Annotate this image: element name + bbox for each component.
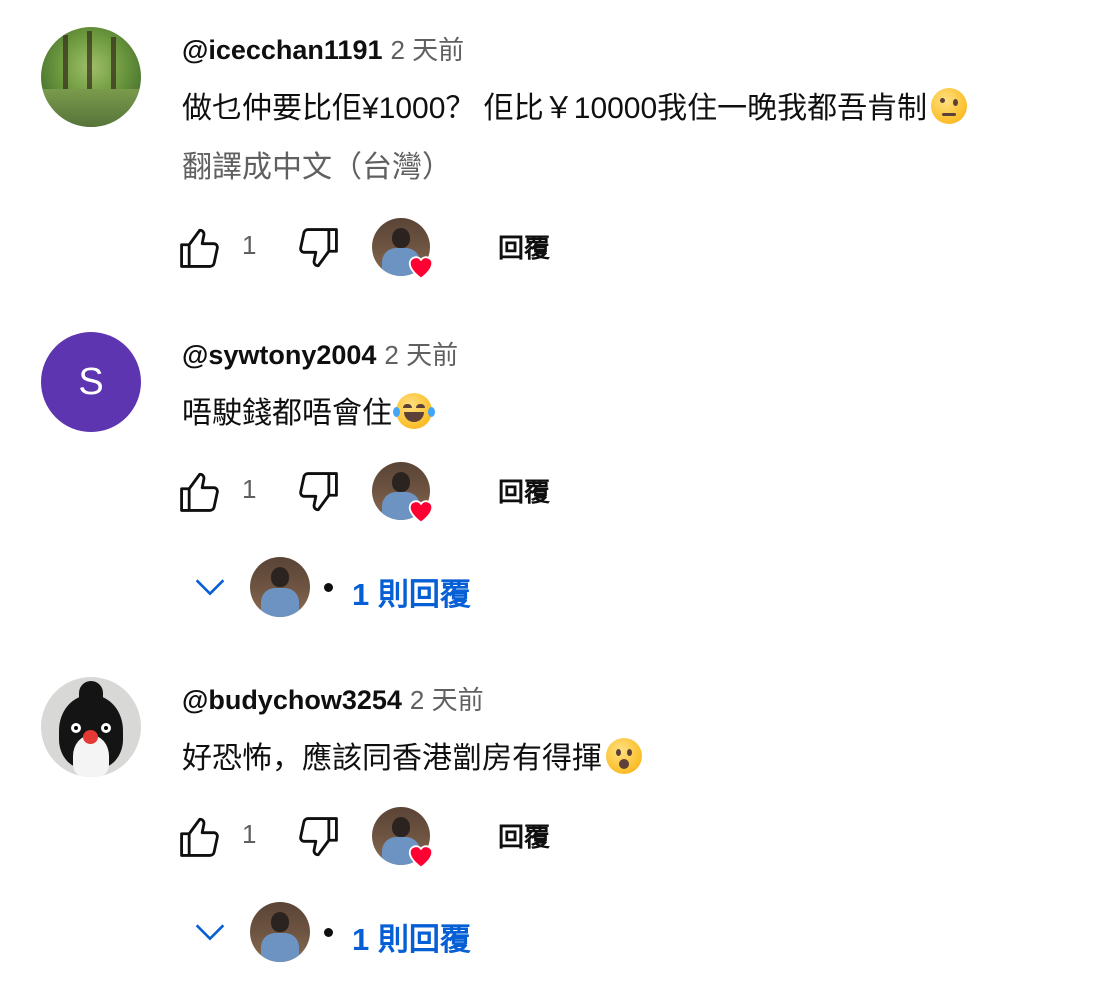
like-count: 1 xyxy=(242,474,257,504)
author-name[interactable]: @sywtony2004 xyxy=(182,340,376,370)
replies-count-label: 1 則回覆 xyxy=(352,577,471,612)
like-count: 1 xyxy=(242,230,257,260)
comment-body: 唔駛錢都唔會住 xyxy=(182,397,392,430)
view-replies-button[interactable]: 1 則回覆 xyxy=(190,900,590,964)
comment-text: 唔駛錢都唔會住 xyxy=(182,393,435,434)
dot-separator xyxy=(324,928,333,937)
dislike-button[interactable] xyxy=(288,462,348,522)
chevron-down-icon xyxy=(195,579,225,596)
thumbs-down-icon xyxy=(299,817,338,857)
replies-count-label: 1 則回覆 xyxy=(352,922,471,957)
heart-icon xyxy=(408,845,434,869)
comment-text: 做乜仲要比佢¥1000？ 佢比￥10000我住一晚我都吾肯制 xyxy=(182,88,968,129)
creator-avatar xyxy=(250,902,310,962)
chevron-down-icon xyxy=(195,924,225,941)
like-button[interactable] xyxy=(170,218,230,278)
comment-time[interactable]: 2 天前 xyxy=(410,685,484,715)
reply-button[interactable]: 回覆 xyxy=(498,472,550,509)
thumbs-up-icon xyxy=(180,817,219,857)
creator-avatar xyxy=(250,557,310,617)
comment-time[interactable]: 2 天前 xyxy=(384,340,458,370)
author-name[interactable]: @budychow3254 xyxy=(182,685,402,715)
author-name[interactable]: @icecchan1191 xyxy=(182,35,382,65)
creator-heart-badge xyxy=(372,807,434,869)
reply-button[interactable]: 回覆 xyxy=(498,817,550,854)
author-avatar[interactable] xyxy=(41,677,141,777)
dislike-button[interactable] xyxy=(288,807,348,867)
dislike-button[interactable] xyxy=(288,218,348,278)
thumbs-up-icon xyxy=(180,228,219,268)
comment-actions: 1 回覆 xyxy=(170,805,590,869)
heart-icon xyxy=(408,256,434,280)
view-replies-button[interactable]: 1 則回覆 xyxy=(190,555,590,619)
like-count: 1 xyxy=(242,819,257,849)
face-with-open-mouth-icon xyxy=(606,738,642,774)
comment-body: 好恐怖，應該同香港劏房有得揮 xyxy=(182,742,602,775)
comment-time[interactable]: 2 天前 xyxy=(390,35,464,65)
comment-actions: 1 回覆 xyxy=(170,460,590,524)
comment-text: 好恐怖，應該同香港劏房有得揮 xyxy=(182,738,642,779)
creator-heart-badge xyxy=(372,462,434,524)
heart-icon xyxy=(408,500,434,524)
face-with-tears-of-joy-icon xyxy=(393,393,435,429)
comment-body: 做乜仲要比佢¥1000？ 佢比￥10000我住一晚我都吾肯制 xyxy=(182,92,928,125)
author-line: @icecchan1191 2 天前 xyxy=(182,34,464,66)
author-line: @sywtony2004 2 天前 xyxy=(182,339,458,371)
dot-separator xyxy=(324,583,333,592)
author-avatar[interactable]: S xyxy=(41,332,141,432)
thumbs-down-icon xyxy=(299,472,338,512)
thumbs-up-icon xyxy=(180,472,219,512)
author-avatar[interactable] xyxy=(41,27,141,127)
reply-button[interactable]: 回覆 xyxy=(498,228,550,265)
translate-link[interactable]: 翻譯成中文（台灣） xyxy=(182,148,452,188)
like-button[interactable] xyxy=(170,807,230,867)
like-button[interactable] xyxy=(170,462,230,522)
comment-actions: 1 回覆 xyxy=(170,216,590,280)
author-line: @budychow3254 2 天前 xyxy=(182,684,484,716)
face-with-raised-eyebrow-icon xyxy=(931,88,968,124)
thumbs-down-icon xyxy=(299,228,338,268)
creator-heart-badge xyxy=(372,218,434,280)
